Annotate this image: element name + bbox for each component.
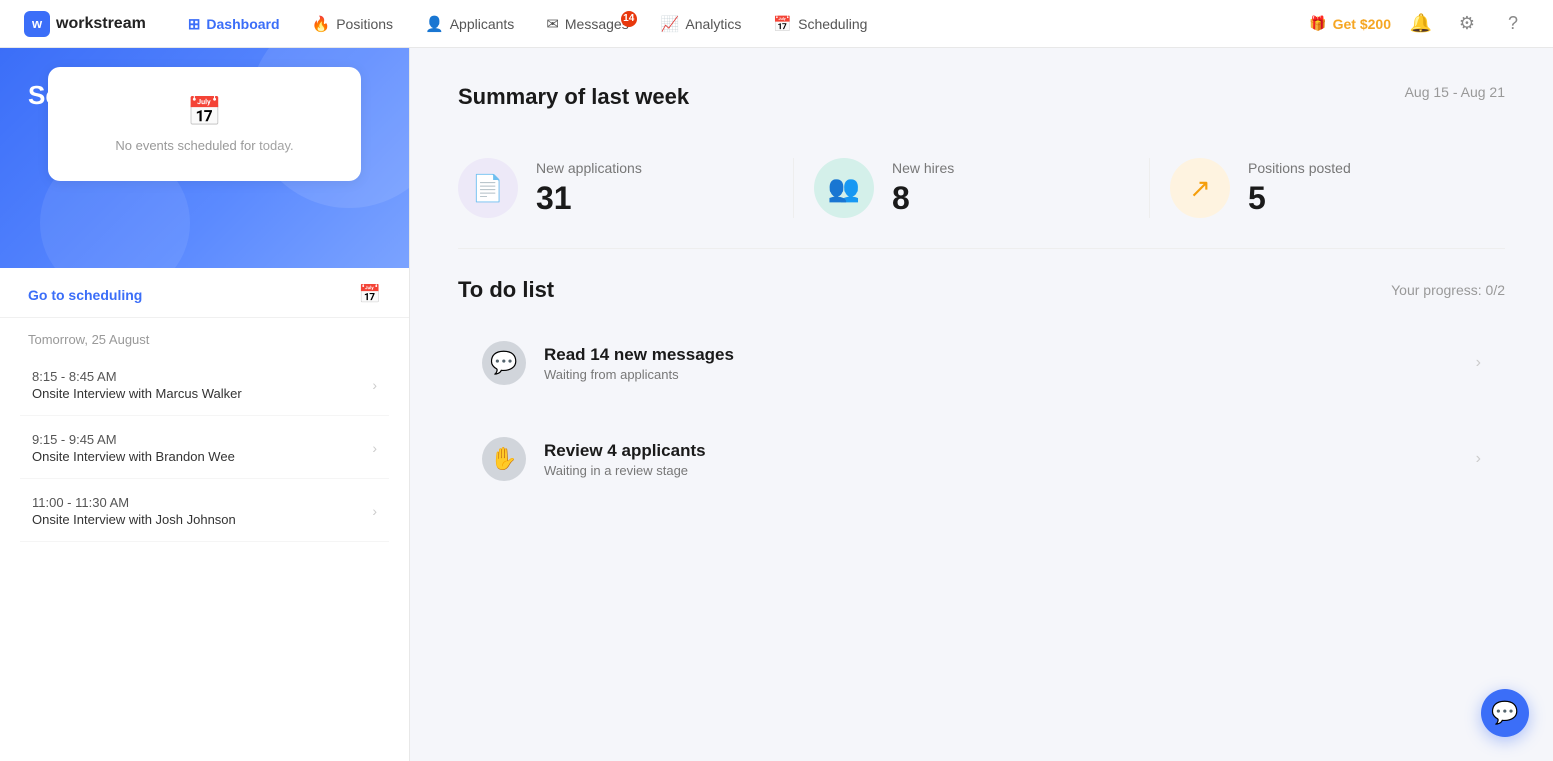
- todo-progress: Your progress: 0/2: [1391, 282, 1505, 298]
- schedule-items: 8:15 - 8:45 AM Onsite Interview with Mar…: [0, 355, 409, 542]
- schedule-item-1[interactable]: 9:15 - 9:45 AM Onsite Interview with Bra…: [20, 418, 389, 479]
- positions-posted-value: 5: [1248, 180, 1351, 217]
- new-applications-info: New applications 31: [536, 160, 642, 217]
- messages-icon: ✉: [546, 15, 559, 33]
- schedule-interview-2: Onsite Interview with Josh Johnson: [32, 512, 236, 527]
- review-applicants-title: Review 4 applicants: [544, 441, 1476, 461]
- applicants-label: Applicants: [450, 16, 515, 32]
- chat-bubble-button[interactable]: 💬: [1481, 689, 1529, 737]
- new-hires-label: New hires: [892, 160, 954, 176]
- summary-header: Summary of last week Aug 15 - Aug 21: [458, 84, 1505, 110]
- todo-header: To do list Your progress: 0/2: [458, 277, 1505, 303]
- analytics-label: Analytics: [685, 16, 741, 32]
- new-hires-value: 8: [892, 180, 954, 217]
- dashboard-label: Dashboard: [206, 16, 279, 32]
- nav-item-dashboard[interactable]: ⊞ Dashboard: [174, 9, 294, 39]
- review-applicants-chevron: ›: [1476, 450, 1481, 468]
- go-scheduling-link[interactable]: Go to scheduling: [28, 287, 142, 303]
- positions-posted-label: Positions posted: [1248, 160, 1351, 176]
- schedule-item-info-2: 11:00 - 11:30 AM Onsite Interview with J…: [32, 495, 236, 527]
- nav-item-applicants[interactable]: 👤 Applicants: [411, 9, 528, 39]
- positions-posted-icon: ↗: [1189, 173, 1211, 204]
- settings-button[interactable]: ⚙: [1451, 8, 1483, 40]
- todo-item-read-messages[interactable]: 💬 Read 14 new messages Waiting from appl…: [458, 321, 1505, 405]
- main-layout: Schedule 📅 No events scheduled for today…: [0, 48, 1553, 761]
- help-button[interactable]: ?: [1497, 8, 1529, 40]
- nav-item-analytics[interactable]: 📈 Analytics: [647, 9, 756, 39]
- logo-icon: w: [24, 11, 50, 37]
- schedule-time-2: 11:00 - 11:30 AM: [32, 495, 236, 510]
- positions-posted-icon-wrap: ↗: [1170, 158, 1230, 218]
- new-applications-value: 31: [536, 180, 642, 217]
- tomorrow-label: Tomorrow, 25 August: [0, 318, 409, 355]
- read-messages-chevron: ›: [1476, 354, 1481, 372]
- messages-label: Messages: [565, 16, 629, 32]
- review-applicants-icon: ✋: [482, 437, 526, 481]
- schedule-interview-0: Onsite Interview with Marcus Walker: [32, 386, 242, 401]
- new-applications-label: New applications: [536, 160, 642, 176]
- new-hires-icon: 👥: [828, 173, 860, 204]
- schedule-time-0: 8:15 - 8:45 AM: [32, 369, 242, 384]
- new-applications-icon-wrap: 📄: [458, 158, 518, 218]
- schedule-chevron-2: ›: [372, 503, 377, 519]
- todo-items: 💬 Read 14 new messages Waiting from appl…: [458, 321, 1505, 501]
- summary-card-new-applications: 📄 New applications 31: [458, 158, 794, 218]
- nav-right: 🎁 Get $200 🔔 ⚙ ?: [1309, 8, 1529, 40]
- content-area: Summary of last week Aug 15 - Aug 21 📄 N…: [410, 48, 1553, 761]
- logo[interactable]: w workstream: [24, 11, 146, 37]
- review-applicants-text: Review 4 applicants Waiting in a review …: [544, 441, 1476, 478]
- schedule-title: Schedule: [28, 80, 381, 111]
- get-reward-button[interactable]: 🎁 Get $200: [1309, 15, 1391, 32]
- schedule-item-0[interactable]: 8:15 - 8:45 AM Onsite Interview with Mar…: [20, 355, 389, 416]
- notification-button[interactable]: 🔔: [1405, 8, 1437, 40]
- schedule-time-1: 9:15 - 9:45 AM: [32, 432, 235, 447]
- dashboard-icon: ⊞: [188, 15, 201, 33]
- schedule-chevron-1: ›: [372, 440, 377, 456]
- navbar: w workstream ⊞ Dashboard 🔥 Positions 👤 Applic…: [0, 0, 1553, 48]
- no-events-text: No events scheduled for today.: [115, 138, 293, 153]
- logo-text: workstream: [56, 15, 146, 33]
- summary-card-positions-posted: ↗ Positions posted 5: [1150, 158, 1505, 218]
- read-messages-subtitle: Waiting from applicants: [544, 367, 1476, 382]
- summary-title: Summary of last week: [458, 84, 689, 110]
- applicants-icon: 👤: [425, 15, 444, 33]
- scheduling-icon: 📅: [773, 15, 792, 33]
- positions-posted-info: Positions posted 5: [1248, 160, 1351, 217]
- nav-item-positions[interactable]: 🔥 Positions: [298, 9, 408, 39]
- todo-title: To do list: [458, 277, 554, 303]
- review-applicants-subtitle: Waiting in a review stage: [544, 463, 1476, 478]
- messages-badge: 14: [621, 11, 637, 27]
- nav-item-scheduling[interactable]: 📅 Scheduling: [759, 9, 881, 39]
- schedule-panel: Schedule 📅 No events scheduled for today…: [0, 48, 410, 761]
- summary-card-new-hires: 👥 New hires 8: [794, 158, 1150, 218]
- read-messages-icon: 💬: [482, 341, 526, 385]
- new-applications-icon: 📄: [472, 173, 504, 204]
- read-messages-text: Read 14 new messages Waiting from applic…: [544, 345, 1476, 382]
- scheduling-calendar-icon: 📅: [359, 284, 381, 305]
- schedule-item-info-1: 9:15 - 9:45 AM Onsite Interview with Bra…: [32, 432, 235, 464]
- todo-section: To do list Your progress: 0/2 💬 Read 14 …: [458, 277, 1505, 501]
- schedule-item-2[interactable]: 11:00 - 11:30 AM Onsite Interview with J…: [20, 481, 389, 542]
- gift-icon: 🎁: [1309, 15, 1326, 32]
- go-scheduling-row: Go to scheduling 📅: [0, 268, 409, 318]
- schedule-interview-1: Onsite Interview with Brandon Wee: [32, 449, 235, 464]
- schedule-item-info-0: 8:15 - 8:45 AM Onsite Interview with Mar…: [32, 369, 242, 401]
- schedule-header: Schedule 📅 No events scheduled for today…: [0, 48, 409, 268]
- read-messages-title: Read 14 new messages: [544, 345, 1476, 365]
- summary-date-range: Aug 15 - Aug 21: [1405, 84, 1505, 100]
- analytics-icon: 📈: [661, 15, 680, 33]
- scheduling-label: Scheduling: [798, 16, 867, 32]
- positions-icon: 🔥: [312, 15, 331, 33]
- todo-item-review-applicants[interactable]: ✋ Review 4 applicants Waiting in a revie…: [458, 417, 1505, 501]
- nav-items: ⊞ Dashboard 🔥 Positions 👤 Applicants ✉ Messages…: [174, 9, 1309, 39]
- nav-item-messages[interactable]: ✉ Messages14: [532, 9, 642, 39]
- schedule-chevron-0: ›: [372, 377, 377, 393]
- reward-label: Get $200: [1333, 16, 1391, 32]
- summary-cards: 📄 New applications 31 👥 New hires 8 ↗ Po…: [458, 138, 1505, 249]
- positions-label: Positions: [336, 16, 393, 32]
- new-hires-info: New hires 8: [892, 160, 954, 217]
- new-hires-icon-wrap: 👥: [814, 158, 874, 218]
